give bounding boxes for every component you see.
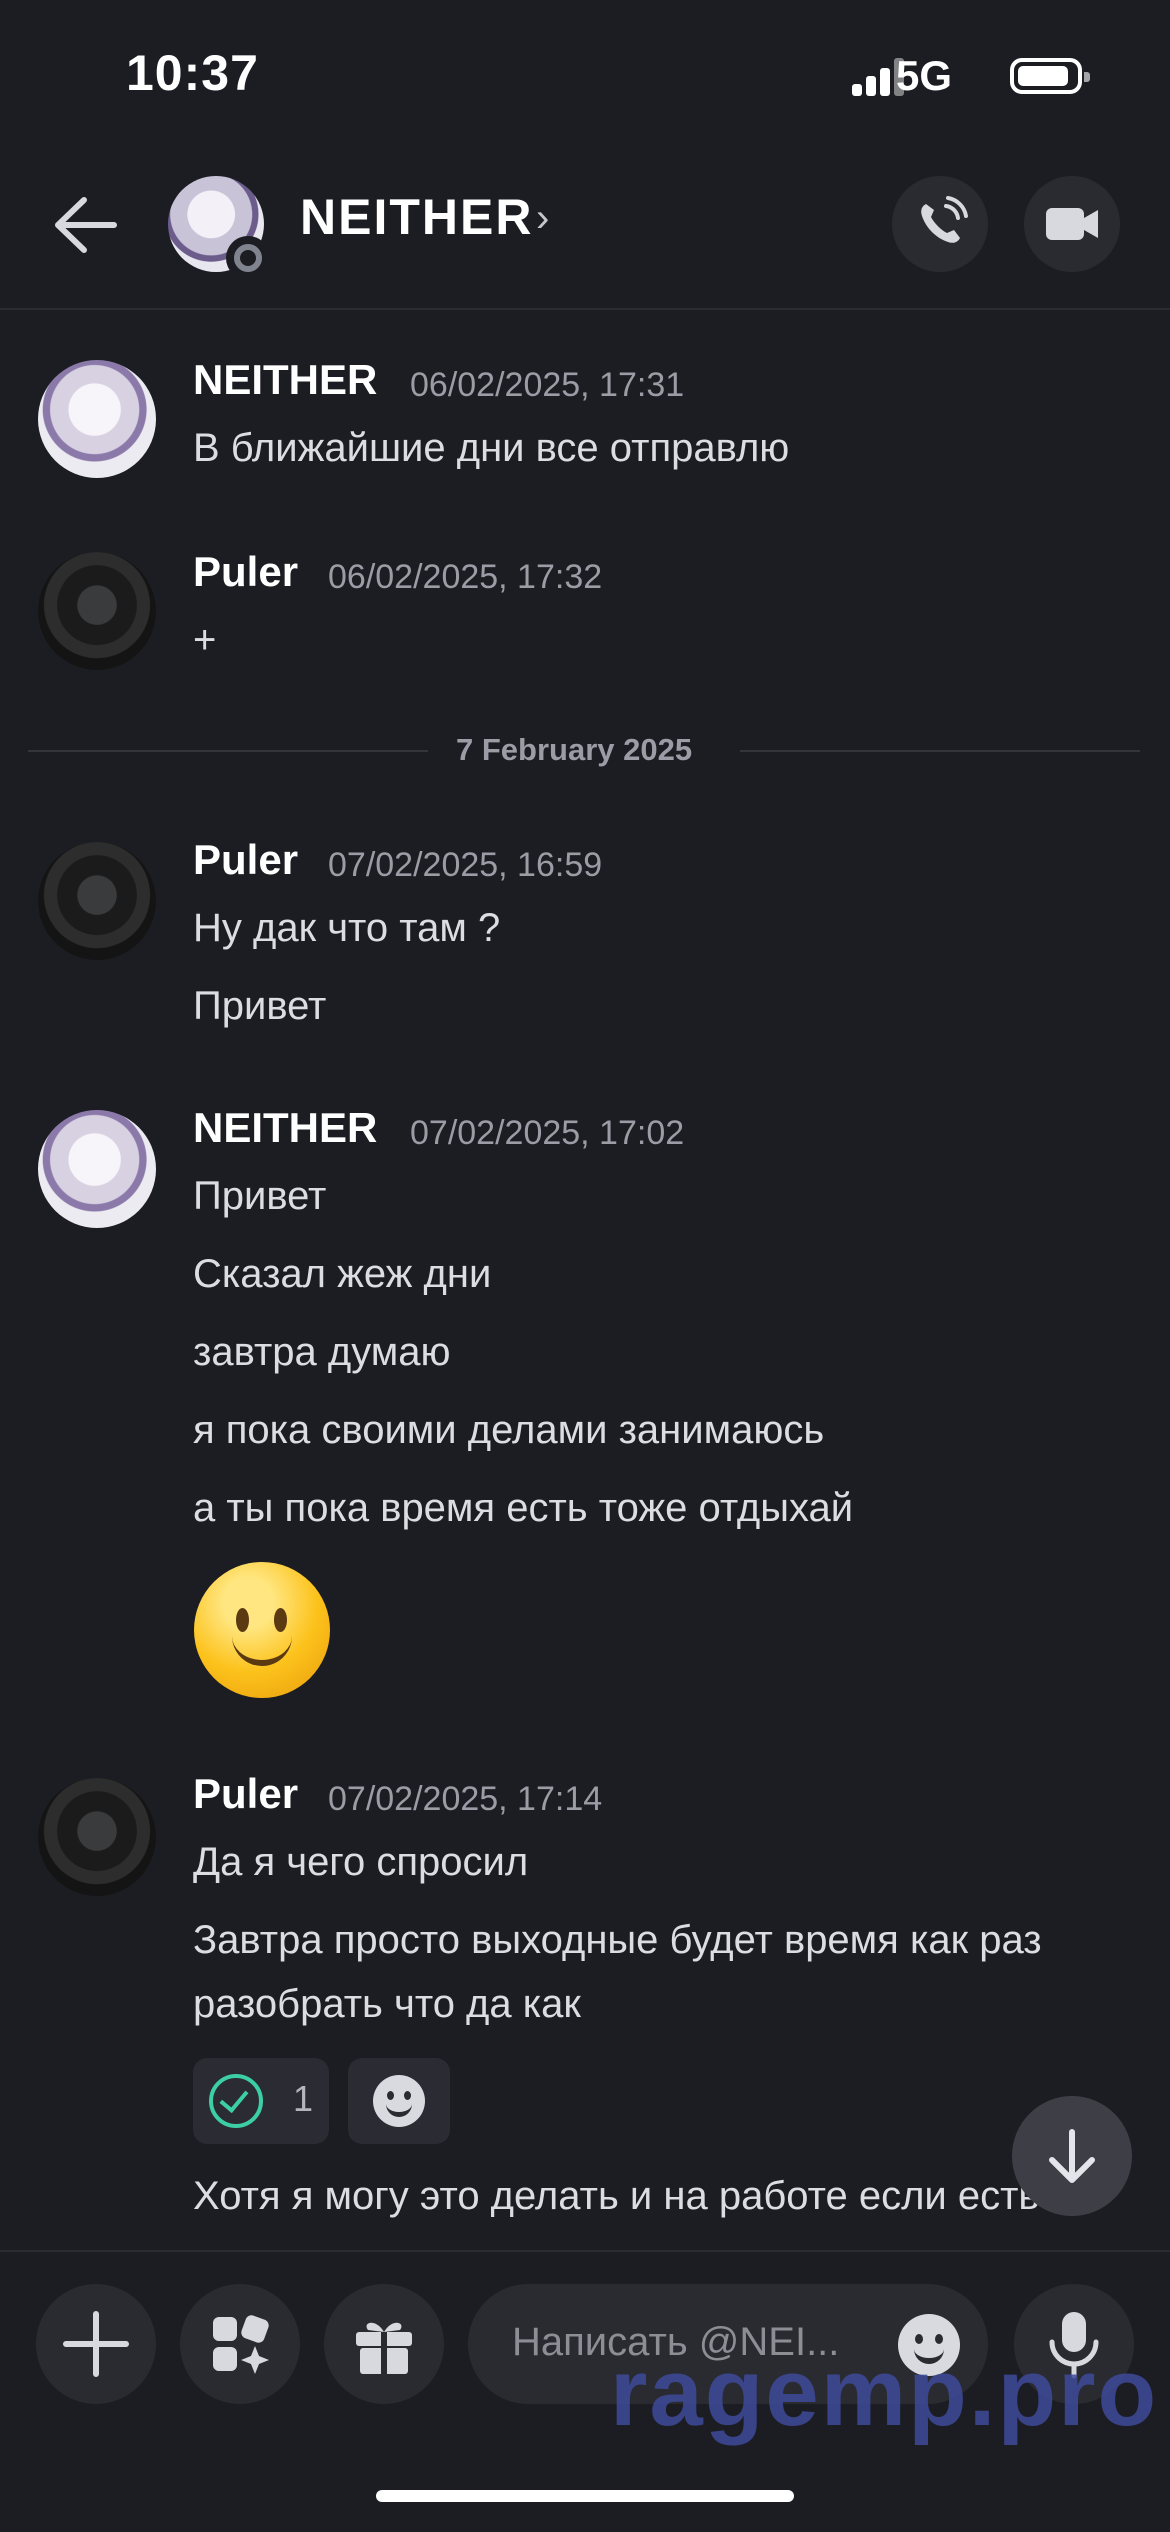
message-author[interactable]: Puler (193, 548, 298, 596)
contact-name[interactable]: NEITHER (300, 188, 533, 246)
header-divider (0, 308, 1170, 310)
message-text: Сказал жеж дни (193, 1252, 492, 1296)
offline-status-icon (226, 236, 270, 280)
date-divider-line (28, 750, 428, 752)
message-text: + (193, 618, 217, 662)
home-indicator[interactable] (376, 2490, 794, 2502)
apps-button[interactable] (180, 2284, 300, 2404)
message-author[interactable]: NEITHER (193, 356, 377, 404)
message-timestamp: 06/02/2025, 17:32 (328, 558, 603, 596)
message-author[interactable]: Puler (193, 836, 298, 884)
composer-divider (0, 2250, 1170, 2252)
status-time: 10:37 (126, 45, 259, 101)
battery-icon (1010, 58, 1090, 94)
message-text: я пока своими делами занимаюсь (193, 1408, 825, 1452)
watermark: ragemp.pro (610, 2339, 1159, 2446)
message-timestamp: 07/02/2025, 17:14 (328, 1780, 603, 1818)
message-text: Завтра просто выходные будет время как р… (193, 1918, 1042, 2026)
reaction-count: 1 (293, 2078, 314, 2119)
message-text: а ты пока время есть тоже отдыхай (193, 1486, 854, 1530)
avatar[interactable] (38, 360, 156, 478)
message-text: Хотя я могу это делать и на работе если … (193, 2174, 1040, 2218)
message-text: Привет (193, 1174, 327, 1218)
reaction-check[interactable]: 1 (193, 2058, 329, 2144)
message-author[interactable]: Puler (193, 1770, 298, 1818)
video-call-button[interactable] (1024, 176, 1120, 272)
back-button[interactable] (48, 190, 128, 260)
plus-icon (63, 2311, 129, 2377)
message-text: Привет (193, 984, 327, 1028)
date-divider: 7 February 2025 (456, 732, 693, 767)
check-icon (209, 2074, 263, 2128)
message-text: Ну дак что там ? (193, 906, 501, 950)
message-text: завтра думаю (193, 1330, 451, 1374)
avatar[interactable] (38, 1110, 156, 1228)
gift-icon (356, 2322, 412, 2374)
slightly-smiling-emoji (194, 1562, 330, 1698)
arrow-left-icon (55, 197, 117, 253)
message-timestamp: 06/02/2025, 17:31 (410, 366, 685, 404)
message-text: В ближайшие дни все отправлю (193, 426, 790, 470)
phone-icon (921, 196, 968, 243)
gift-button[interactable] (324, 2284, 444, 2404)
avatar[interactable] (38, 552, 156, 670)
avatar[interactable] (38, 842, 156, 960)
date-divider-line (740, 750, 1140, 752)
scroll-to-bottom-button[interactable] (1012, 2096, 1132, 2216)
voice-call-button[interactable] (892, 176, 988, 272)
avatar[interactable] (38, 1778, 156, 1896)
chevron-right-icon[interactable]: › (536, 196, 549, 241)
apps-sparkle-icon (213, 2315, 269, 2374)
message-author[interactable]: NEITHER (193, 1104, 377, 1152)
network-type: 5G (895, 52, 952, 99)
smiley-icon (373, 2075, 425, 2127)
video-camera-icon (1046, 208, 1098, 240)
message-timestamp: 07/02/2025, 17:02 (410, 1114, 685, 1152)
message-text: Да я чего спросил (193, 1840, 529, 1884)
add-reaction-button[interactable] (348, 2058, 450, 2144)
arrow-down-icon (1049, 2129, 1095, 2183)
message-timestamp: 07/02/2025, 16:59 (328, 846, 603, 884)
attach-button[interactable] (36, 2284, 156, 2404)
